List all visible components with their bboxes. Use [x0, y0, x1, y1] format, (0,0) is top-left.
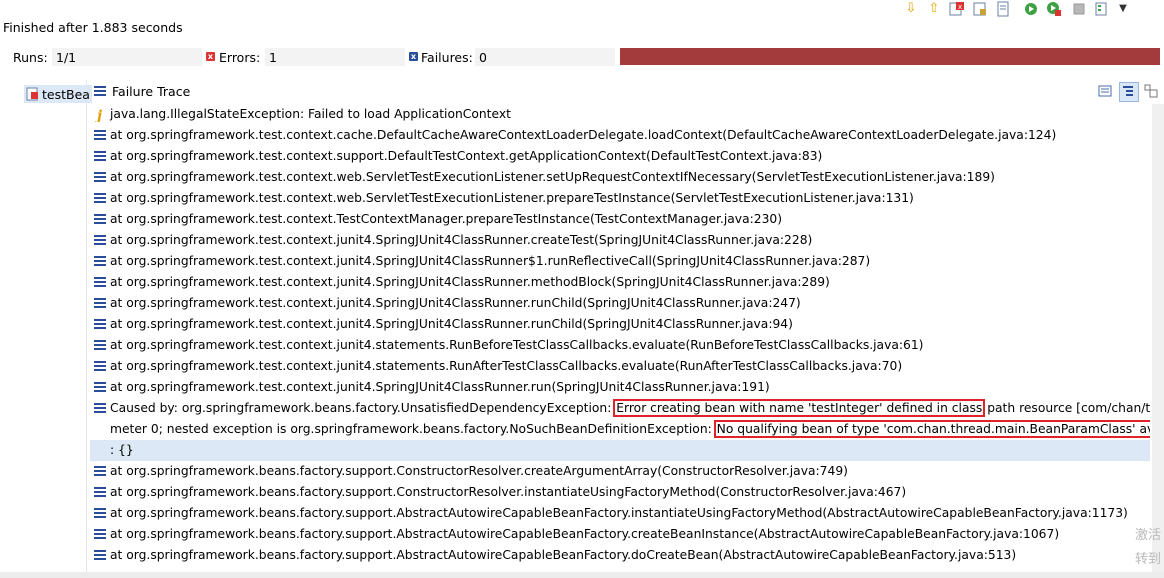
stack-frame-icon	[94, 277, 106, 288]
stack-frame-icon	[94, 508, 106, 519]
failure-trace-header: Failure Trace	[90, 82, 1164, 102]
scroll-lock-icon[interactable]	[972, 1, 988, 17]
stack-frame-icon	[94, 193, 106, 204]
exception-icon: j	[94, 107, 107, 124]
stack-frame-icon	[94, 487, 106, 498]
copy-trace-icon[interactable]	[1143, 83, 1159, 102]
compare-icon[interactable]	[1097, 83, 1113, 102]
trace-line-text: at org.springframework.test.context.juni…	[110, 275, 830, 289]
errors-label: Errors:	[219, 50, 261, 65]
errors-value: 1	[269, 50, 277, 65]
rerun-icon[interactable]	[1023, 1, 1039, 17]
runs-label: Runs:	[13, 50, 48, 65]
trace-line-text: at org.springframework.test.context.cach…	[110, 128, 1057, 142]
stack-frame-icon	[94, 466, 106, 477]
stack-frame-icon	[94, 214, 106, 225]
stack-frame-icon	[94, 550, 106, 561]
stack-frame-icon	[94, 172, 106, 183]
stack-frame-icon	[94, 235, 106, 246]
rerun-failed-first-icon[interactable]	[1046, 1, 1062, 17]
trace-line-text: at org.springframework.test.context.juni…	[110, 317, 793, 331]
failures-value: 0	[479, 50, 487, 65]
runs-value: 1/1	[56, 50, 77, 65]
failures-label: Failures:	[421, 50, 473, 65]
horizontal-scrollbar[interactable]	[0, 572, 1164, 578]
test-tree[interactable]	[0, 80, 87, 578]
tree-item-label: testBea	[42, 86, 90, 102]
trace-line-text: at org.springframework.test.context.web.…	[110, 170, 995, 184]
failures-field	[475, 48, 615, 66]
stack-frame-icon	[94, 340, 106, 351]
trace-line-text: at org.springframework.test.context.juni…	[110, 338, 924, 352]
trace-line-text: at org.springframework.test.context.juni…	[110, 359, 903, 373]
stack-frame-icon	[94, 319, 106, 330]
trace-line-text: at org.springframework.test.context.Test…	[110, 212, 783, 226]
trace-line-text: meter 0; nested exception is org.springf…	[110, 419, 1150, 440]
failure-trace-title: Failure Trace	[112, 84, 191, 99]
stack-frame-icon	[94, 403, 106, 414]
show-failures-only-icon[interactable]: x	[949, 1, 965, 17]
caused-by-suffix: path resource [com/chan/thread/ma	[987, 401, 1150, 415]
chevron-down-icon[interactable]: ▼	[1115, 1, 1131, 17]
trace-line-text: at org.springframework.beans.factory.sup…	[110, 548, 1017, 562]
stack-frame-icon	[94, 256, 106, 267]
status-text: Finished after 1.883 seconds	[3, 20, 183, 35]
history-file-icon[interactable]	[995, 1, 1011, 17]
previous-failure-icon[interactable]: ⇧	[926, 1, 942, 17]
stack-trace-icon	[94, 86, 106, 97]
watermark-line1: 激活	[1135, 528, 1162, 543]
stack-frame-icon	[94, 130, 106, 141]
caused-by-continuation-end[interactable]: : {}	[90, 440, 1150, 461]
trace-line-text: java.lang.IllegalStateException: Failed …	[110, 107, 511, 121]
stack-frame-icon	[94, 298, 106, 309]
trace-line-text: at org.springframework.test.context.juni…	[110, 233, 813, 247]
tree-item-test[interactable]: testBea	[24, 85, 92, 103]
svg-text:j: j	[95, 108, 102, 122]
trace-line-text: at org.springframework.test.context.juni…	[110, 254, 871, 268]
stack-frame-icon	[94, 151, 106, 162]
errors-field	[265, 48, 405, 66]
trace-line-text: at org.springframework.test.context.web.…	[110, 191, 914, 205]
filter-stack-icon[interactable]	[1119, 82, 1139, 102]
stop-icon[interactable]	[1071, 1, 1087, 17]
vertical-scrollbar[interactable]	[1152, 104, 1164, 572]
history-icon[interactable]	[1094, 1, 1110, 17]
trace-line-text: Caused by: org.springframework.beans.fac…	[110, 398, 1150, 419]
trace-line-text: at org.springframework.test.context.juni…	[110, 380, 770, 394]
highlighted-error-message: Error creating bean with name 'testInteg…	[613, 399, 986, 417]
trace-line-text: at org.springframework.beans.factory.sup…	[110, 464, 848, 478]
failure-icon: x	[409, 52, 418, 61]
highlighted-nested-message: No qualifying bean of type 'com.chan.thr…	[713, 420, 1150, 438]
stack-frame-icon	[94, 361, 106, 372]
trace-line-text: : {}	[110, 443, 134, 457]
failure-trace-list[interactable]: j java.lang.IllegalStateException: Failed…	[90, 104, 1150, 572]
toolbar: ⇩ ⇧ x ▼	[895, 0, 1164, 18]
trace-line-text: at org.springframework.beans.factory.sup…	[110, 485, 907, 499]
progress-bar	[620, 48, 1160, 65]
trace-line-text: at org.springframework.beans.factory.sup…	[110, 506, 1128, 520]
next-failure-icon[interactable]: ⇩	[903, 1, 919, 17]
nested-exception-prefix: meter 0; nested exception is org.springf…	[110, 422, 716, 436]
test-class-icon	[26, 87, 39, 101]
watermark-line2: 转到	[1135, 552, 1162, 567]
svg-text:x: x	[958, 3, 962, 11]
caused-by-prefix: Caused by: org.springframework.beans.fac…	[110, 401, 616, 415]
trace-line-text: at org.springframework.beans.factory.sup…	[110, 527, 1060, 541]
trace-line-text: at org.springframework.test.context.juni…	[110, 296, 801, 310]
stack-frame-icon	[94, 382, 106, 393]
error-icon: x	[206, 52, 215, 61]
stack-frame-icon	[94, 529, 106, 540]
trace-line-text: at org.springframework.test.context.supp…	[110, 149, 823, 163]
